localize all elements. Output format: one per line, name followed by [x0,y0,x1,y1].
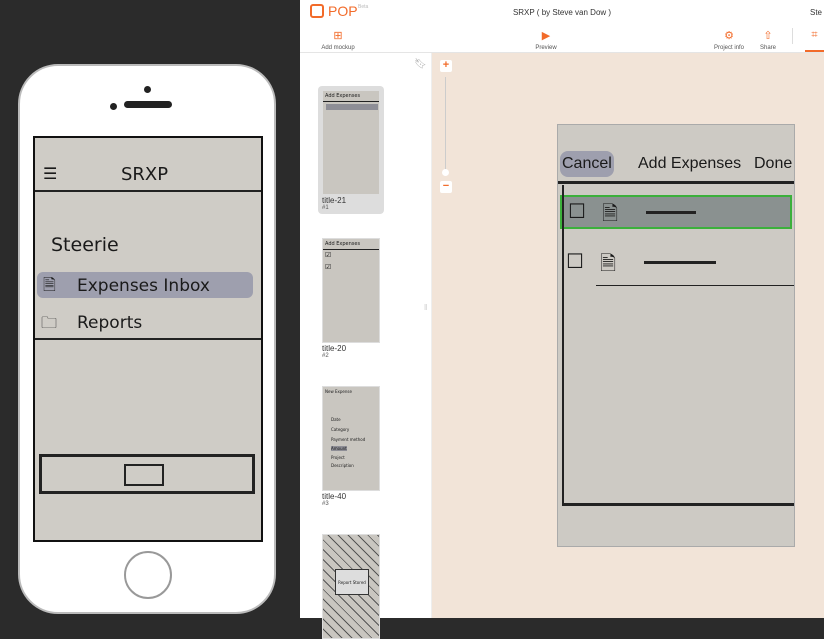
phone-sensor [144,86,151,93]
thumbnail-1[interactable]: Add Expenses [322,90,380,195]
thumbnail-4[interactable]: Report Stored [322,534,380,639]
folder-icon: 🗀 [41,313,58,332]
hamburger-icon[interactable]: ☰ [43,164,57,183]
play-icon: ▶ [541,30,551,42]
thumbnail-number: #3 [322,501,329,507]
menu-item-reports[interactable]: 🗀 Reports [37,310,253,336]
thumbnail-title: title-20 [322,344,347,353]
bookmark-icon[interactable]: 🔖︎ [414,59,427,70]
thumbnail-3[interactable]: New Expense Date Category Payment method… [322,386,380,491]
sketch-title: Add Expenses [638,155,742,172]
checkbox-icon[interactable]: ☐ [566,249,584,273]
resize-handle[interactable]: ‖ [424,303,427,312]
preview-button[interactable]: ▶ Preview [526,29,566,51]
share-button[interactable]: ⇧ Share [752,29,784,51]
header: POP Beta SRXP ( by Steve van Dow ) Ste ⊞… [300,0,824,53]
sketch-done: Done [754,155,793,172]
zoom-slider-handle[interactable] [442,169,449,176]
camera-bar[interactable] [39,454,255,494]
crop-icon: ⌗ [811,29,818,41]
thumbnail-number: #1 [322,205,329,211]
share-icon: ⇧ [763,30,773,42]
project-title: SRXP ( by Steve van Dow ) [512,8,612,17]
canvas: + − Cancel Add Expenses Done ☐ 🗎 ☐ 🗎 [432,53,824,618]
user-name: Steerie [51,234,119,256]
document-icon: 🗎 [600,251,617,275]
thumbnail-2[interactable]: Add Expenses ☑ ☑ [322,238,380,343]
zoom-in-button[interactable]: + [440,60,452,72]
thumbnail-title: title-40 [322,492,347,501]
thumbnail-title: title-21 [322,196,347,205]
phone-speaker [124,101,172,108]
project-info-button[interactable]: ⚙ Project info [709,29,749,51]
zoom-slider-track[interactable] [445,77,446,173]
home-button[interactable] [124,551,172,599]
pop-app: POP Beta SRXP ( by Steve van Dow ) Ste ⊞… [300,0,824,639]
gear-icon: ⚙ [724,30,734,42]
mockup-sidebar: 🔖︎ Add Expenses title-21 #1 Add Expenses… [300,53,432,639]
mockup-preview[interactable]: Cancel Add Expenses Done ☐ 🗎 ☐ 🗎 [557,124,795,547]
document-icon: 🗎 [43,275,56,294]
zoom-out-button[interactable]: − [440,181,452,193]
thumbnail-number: #2 [322,353,329,359]
hotspot-row-1[interactable]: ☐ 🗎 [560,195,792,229]
phone-screen[interactable]: ☰ SRXP Steerie 🗎 Expenses Inbox 🗀 Report… [33,136,263,542]
add-mockup-button[interactable]: ⊞ Add mockup [318,29,358,51]
menu-item-expenses-inbox[interactable]: 🗎 Expenses Inbox [37,272,253,298]
phone-camera [110,103,117,110]
screen-title: SRXP [121,164,169,185]
add-icon: ⊞ [333,30,343,42]
camera-icon [124,464,164,486]
sketch-cancel: Cancel [562,155,612,172]
user-name[interactable]: Ste [810,8,822,17]
hotspot-tool-button[interactable]: ⌗ [805,29,824,52]
